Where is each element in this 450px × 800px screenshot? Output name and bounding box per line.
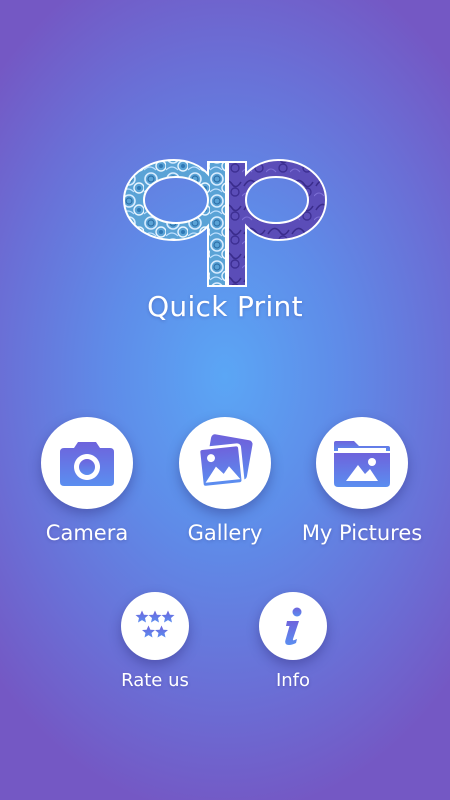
info-label: Info xyxy=(275,670,311,691)
app-logo xyxy=(122,150,328,288)
camera-button-circle[interactable] xyxy=(41,417,133,509)
rate-us-button[interactable]: Rate us xyxy=(121,592,189,691)
gallery-button-circle[interactable] xyxy=(179,417,271,509)
stars-icon xyxy=(135,610,175,638)
camera-button[interactable]: Camera xyxy=(41,417,133,545)
camera-label: Camera xyxy=(45,521,129,545)
info-button[interactable]: Info xyxy=(259,592,327,691)
rate-us-button-circle[interactable] xyxy=(121,592,189,660)
folder-picture-icon xyxy=(334,441,390,487)
gallery-icon xyxy=(197,434,253,489)
my-pictures-label: My Pictures xyxy=(301,521,423,545)
gallery-label: Gallery xyxy=(187,521,263,545)
gallery-button[interactable]: Gallery xyxy=(179,417,271,545)
qp-logo-icon xyxy=(122,158,328,287)
my-pictures-button[interactable]: My Pictures xyxy=(302,417,422,545)
my-pictures-button-circle[interactable] xyxy=(316,417,408,509)
rate-us-label: Rate us xyxy=(121,670,189,691)
info-icon xyxy=(285,607,302,645)
camera-icon xyxy=(60,442,114,486)
info-button-circle[interactable] xyxy=(259,592,327,660)
app-title: Quick Print xyxy=(147,290,303,323)
